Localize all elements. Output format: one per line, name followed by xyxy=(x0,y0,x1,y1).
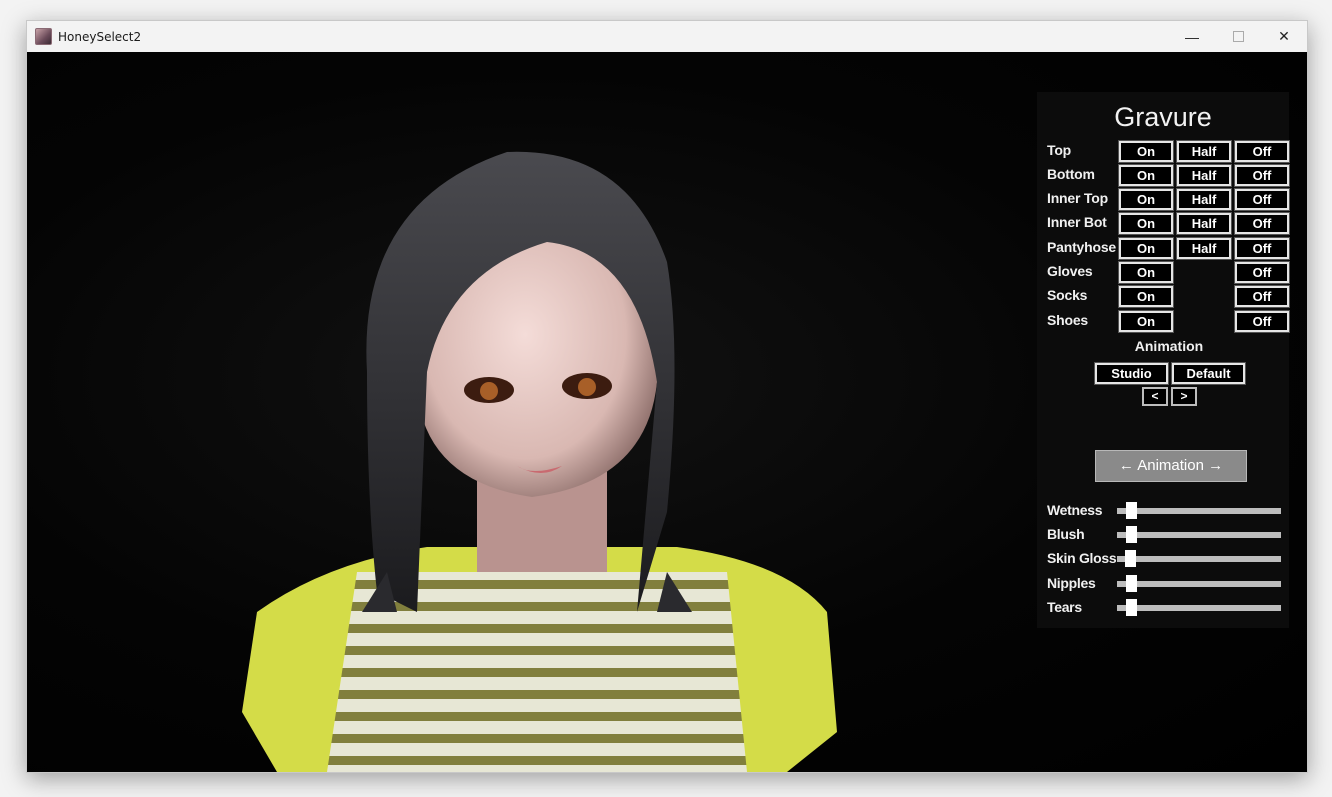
maximize-icon[interactable] xyxy=(1215,21,1261,52)
bottom-on-button[interactable]: On xyxy=(1119,165,1173,186)
tears-slider[interactable] xyxy=(1117,599,1281,616)
skin-gloss-slider-handle[interactable] xyxy=(1125,550,1136,567)
window-title: HoneySelect2 xyxy=(58,29,142,44)
pantyhose-off-button[interactable]: Off xyxy=(1235,238,1289,259)
inner-bot-off-button[interactable]: Off xyxy=(1235,213,1289,234)
wetness-slider-handle[interactable] xyxy=(1126,502,1137,519)
app-window: HoneySelect2 — ✕ Gravure Top On Half Off… xyxy=(26,20,1308,773)
app-icon xyxy=(35,28,52,45)
slider-label-nipples: Nipples xyxy=(1047,575,1096,591)
inner-bot-half-button[interactable]: Half xyxy=(1177,213,1231,234)
gloves-off-button[interactable]: Off xyxy=(1235,262,1289,283)
row-label-inner-top: Inner Top xyxy=(1047,190,1108,206)
top-on-button[interactable]: On xyxy=(1119,141,1173,162)
default-button[interactable]: Default xyxy=(1172,363,1245,384)
pantyhose-half-button[interactable]: Half xyxy=(1177,238,1231,259)
nipples-slider[interactable] xyxy=(1117,575,1281,592)
slider-label-tears: Tears xyxy=(1047,599,1082,615)
row-label-bottom: Bottom xyxy=(1047,166,1095,182)
panel-title: Gravure xyxy=(1114,102,1212,132)
tears-slider-handle[interactable] xyxy=(1126,599,1137,616)
minimize-icon[interactable]: — xyxy=(1169,21,1215,52)
inner-bot-on-button[interactable]: On xyxy=(1119,213,1173,234)
animation-cycle-button[interactable]: ← Animation → xyxy=(1095,450,1247,482)
slider-label-wetness: Wetness xyxy=(1047,502,1103,518)
game-viewport[interactable]: Gravure Top On Half Off Bottom On Half O… xyxy=(27,52,1307,772)
next-animation-button[interactable]: > xyxy=(1171,387,1197,406)
wetness-slider[interactable] xyxy=(1117,502,1281,519)
bottom-off-button[interactable]: Off xyxy=(1235,165,1289,186)
animation-label: Animation xyxy=(1134,338,1204,354)
top-half-button[interactable]: Half xyxy=(1177,141,1231,162)
slider-label-blush: Blush xyxy=(1047,526,1085,542)
skin-gloss-slider[interactable] xyxy=(1117,550,1281,567)
slider-label-skin-gloss: Skin Gloss xyxy=(1047,550,1117,566)
socks-on-button[interactable]: On xyxy=(1119,286,1173,307)
inner-top-half-button[interactable]: Half xyxy=(1177,189,1231,210)
row-label-shoes: Shoes xyxy=(1047,312,1089,328)
inner-top-off-button[interactable]: Off xyxy=(1235,189,1289,210)
title-bar[interactable]: HoneySelect2 — ✕ xyxy=(27,21,1307,52)
close-icon[interactable]: ✕ xyxy=(1261,21,1307,52)
row-label-inner-bot: Inner Bot xyxy=(1047,214,1107,230)
window-controls: — ✕ xyxy=(1169,21,1307,52)
socks-off-button[interactable]: Off xyxy=(1235,286,1289,307)
top-off-button[interactable]: Off xyxy=(1235,141,1289,162)
inner-top-on-button[interactable]: On xyxy=(1119,189,1173,210)
pantyhose-on-button[interactable]: On xyxy=(1119,238,1173,259)
shoes-off-button[interactable]: Off xyxy=(1235,311,1289,332)
nipples-slider-handle[interactable] xyxy=(1126,575,1137,592)
row-label-top: Top xyxy=(1047,142,1072,158)
gloves-on-button[interactable]: On xyxy=(1119,262,1173,283)
bottom-half-button[interactable]: Half xyxy=(1177,165,1231,186)
row-label-socks: Socks xyxy=(1047,287,1088,303)
shoes-on-button[interactable]: On xyxy=(1119,311,1173,332)
gravure-panel: Gravure Top On Half Off Bottom On Half O… xyxy=(1037,92,1289,628)
row-label-pantyhose: Pantyhose xyxy=(1047,239,1116,255)
prev-animation-button[interactable]: < xyxy=(1142,387,1168,406)
blush-slider-handle[interactable] xyxy=(1126,526,1137,543)
row-label-gloves: Gloves xyxy=(1047,263,1093,279)
blush-slider[interactable] xyxy=(1117,526,1281,543)
studio-button[interactable]: Studio xyxy=(1095,363,1168,384)
